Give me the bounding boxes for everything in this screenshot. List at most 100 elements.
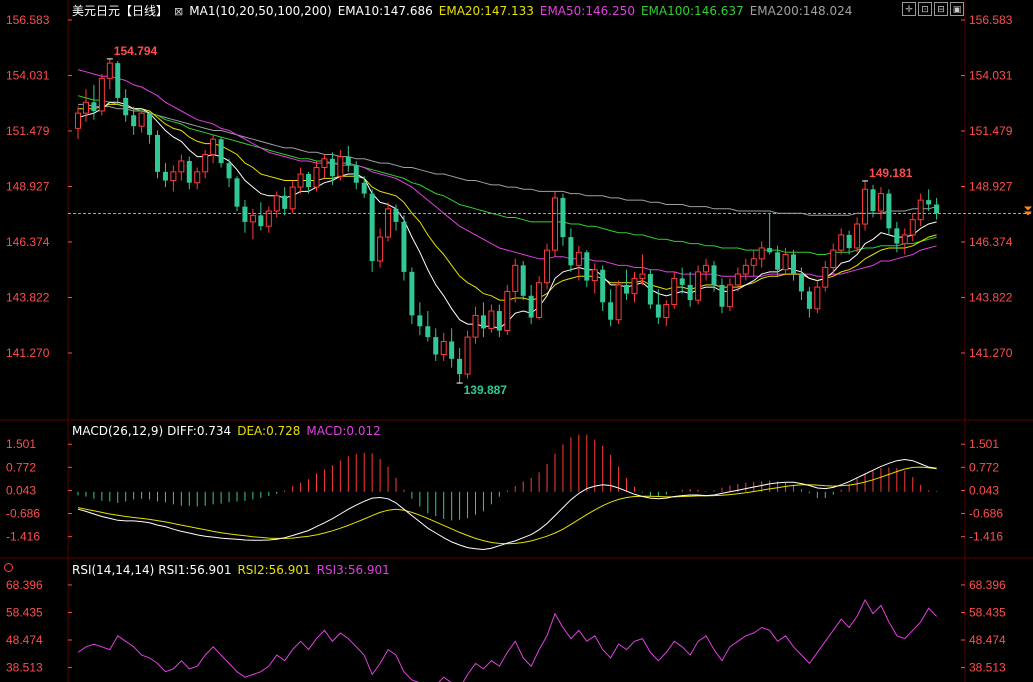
- candle-body: [194, 171, 201, 184]
- candle-body: [138, 112, 145, 127]
- high-label: 154.794: [114, 44, 158, 58]
- candle-body: [131, 115, 137, 127]
- candle-body: [591, 269, 598, 282]
- candle-body: [846, 234, 852, 248]
- candle-body: [926, 200, 932, 205]
- candle-body: [734, 273, 741, 286]
- candle-body: [934, 204, 940, 214]
- candle-body: [504, 290, 511, 332]
- low-label: 139.887: [464, 383, 508, 397]
- candle-body: [870, 189, 876, 211]
- candle-body: [663, 303, 670, 319]
- candle-body: [894, 228, 900, 244]
- candle-body: [155, 134, 160, 172]
- macd-tick-right: 1.501: [969, 437, 999, 451]
- rsi-line: [77, 598, 937, 682]
- candle-body: [901, 234, 908, 245]
- candle-body: [615, 284, 622, 321]
- candle-body: [147, 113, 153, 135]
- candle-body: [575, 251, 582, 266]
- rsi-tick-right: 48.474: [969, 633, 1006, 647]
- candle-body: [767, 247, 773, 253]
- candle-body: [909, 219, 916, 236]
- candle-body: [273, 195, 280, 212]
- candle-body: [726, 284, 733, 308]
- candle-body: [433, 337, 439, 355]
- candle-body: [750, 258, 757, 266]
- rsi-tick-left: 58.435: [6, 605, 43, 619]
- candle-body: [703, 264, 710, 273]
- candle-body: [512, 264, 519, 292]
- candle-body: [782, 253, 789, 271]
- price-tick-right: 146.374: [969, 235, 1013, 249]
- candle-body: [401, 221, 407, 272]
- candle-body: [830, 249, 837, 269]
- candle-body: [457, 358, 463, 375]
- candle-body: [742, 264, 749, 275]
- price-tick-left: 146.374: [6, 235, 50, 249]
- candle-body: [679, 278, 685, 285]
- candle-body: [249, 214, 256, 223]
- candle-body: [321, 158, 328, 168]
- candle-body: [544, 249, 551, 284]
- macd-tick-right: -0.686: [969, 507, 1003, 521]
- rsi-tick-left: 68.396: [6, 578, 43, 592]
- candle-body: [695, 271, 702, 301]
- candle-body: [210, 138, 217, 155]
- candle-body: [798, 274, 804, 292]
- dea-line: [77, 466, 937, 545]
- candle-body: [313, 166, 320, 188]
- candle-body: [123, 97, 129, 116]
- candle-body: [226, 163, 232, 179]
- candle-body: [202, 153, 209, 173]
- candle-body: [377, 236, 384, 262]
- candle-body: [814, 286, 821, 310]
- ema20-line: [78, 103, 937, 301]
- diff-line: [77, 458, 937, 551]
- candle-body: [289, 186, 296, 210]
- price-tick-right: 148.927: [969, 179, 1013, 193]
- price-tick-right: 156.583: [969, 13, 1013, 27]
- candle-body: [242, 206, 248, 222]
- ema50-line: [77, 69, 937, 277]
- candle-body: [488, 310, 495, 329]
- candle-body: [838, 234, 845, 251]
- candle-body: [409, 271, 415, 316]
- candle-body: [353, 165, 359, 183]
- candle-body: [75, 112, 81, 129]
- macd-tick-right: 0.772: [969, 460, 999, 474]
- last-price-marker-icon: [1024, 206, 1032, 216]
- price-tick-right: 141.270: [969, 346, 1013, 360]
- rsi-tick-left: 38.513: [6, 661, 43, 675]
- ema100-line: [77, 95, 937, 255]
- candle-body: [361, 182, 367, 194]
- candle-body: [671, 277, 678, 305]
- candle-body: [417, 315, 423, 327]
- price-tick-left: 156.583: [6, 13, 50, 27]
- candle-body: [711, 265, 717, 285]
- candle-body: [496, 311, 502, 331]
- candle-body: [775, 252, 781, 270]
- candle-body: [862, 188, 869, 225]
- macd-tick-left: 1.501: [6, 437, 36, 451]
- candle-body: [584, 252, 590, 281]
- candle-body: [631, 277, 638, 295]
- candle-body: [464, 336, 471, 375]
- candle-body: [791, 254, 796, 275]
- macd-tick-right: -1.416: [969, 530, 1003, 544]
- candle-body: [258, 215, 264, 227]
- chart-canvas[interactable]: 156.583 156.583 154.031 154.031 151.479 151.4…: [0, 0, 1033, 682]
- macd-tick-left: 0.772: [6, 460, 36, 474]
- candle-body: [306, 174, 312, 188]
- rsi-tick-right: 68.396: [969, 578, 1006, 592]
- candle-body: [82, 101, 89, 114]
- macd-tick-right: 0.043: [969, 483, 999, 497]
- candle-body: [886, 193, 892, 229]
- candle-body: [234, 178, 240, 207]
- candle-body: [162, 171, 168, 181]
- macd-tick-left: -1.416: [6, 530, 40, 544]
- candle-body: [178, 160, 185, 173]
- candle-body: [440, 340, 447, 356]
- price-tick-right: 151.479: [969, 124, 1013, 138]
- candle-body: [687, 284, 693, 301]
